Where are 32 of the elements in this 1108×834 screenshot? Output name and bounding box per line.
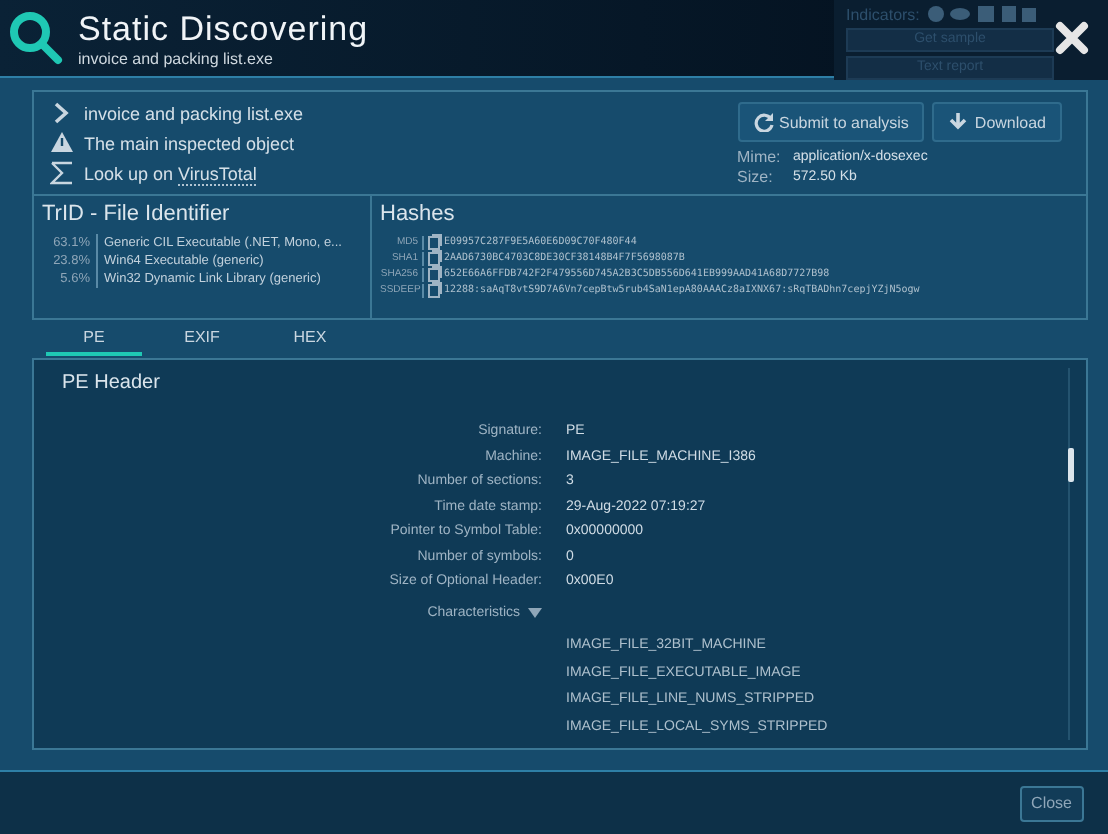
search-icon: [8, 10, 64, 66]
indicators-label: Indicators:: [846, 5, 920, 23]
copy-button[interactable]: [424, 234, 444, 250]
section-title: PE Header: [62, 372, 162, 394]
indicator-icons-drawing: [925, 4, 1038, 24]
virustotal-link[interactable]: VirusTotal: [178, 163, 257, 185]
download-icon: [948, 112, 969, 132]
tab[interactable]: HEX: [262, 320, 358, 356]
info-text: invoice and packing list.exe: [84, 101, 304, 125]
meta-label: Mime:: [737, 148, 781, 168]
info-text: The main inspected object: [84, 131, 295, 155]
close-icon: [1054, 20, 1090, 56]
copy-button[interactable]: [424, 282, 444, 298]
dialog-subtitle: invoice and packing list.exe: [78, 49, 275, 67]
close-button[interactable]: Close: [1019, 785, 1084, 821]
dialog-title: Static Discovering: [78, 9, 369, 49]
copy-button[interactable]: [424, 250, 444, 266]
section-title: Hashes: [380, 202, 457, 226]
info-text: Look up on VirusTotal: [84, 161, 257, 185]
sigma-icon: [50, 160, 74, 186]
chevron-right-icon: [50, 100, 74, 126]
copy-button[interactable]: [424, 266, 444, 282]
close-button[interactable]: [1054, 20, 1090, 56]
warning-icon: [50, 130, 74, 156]
refresh-icon: [753, 112, 773, 132]
meta-label: Size:: [737, 168, 775, 188]
caret-down-icon: [528, 607, 542, 618]
scrollbar-thumb[interactable]: [1068, 448, 1074, 482]
tab[interactable]: EXIF: [154, 320, 250, 356]
submit-button[interactable]: Submit to analysis: [737, 102, 925, 142]
download-button[interactable]: Download: [932, 102, 1062, 142]
section-title: TrID - File Identifier: [42, 202, 232, 226]
